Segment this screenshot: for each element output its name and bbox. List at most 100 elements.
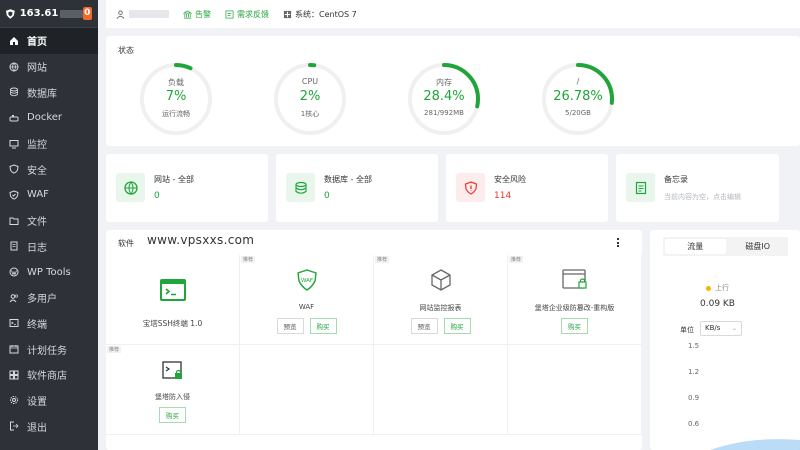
sites-count[interactable]: 0 <box>154 191 160 201</box>
sidebar-item-monitor[interactable]: 监控 <box>0 131 98 157</box>
gauge-label: 内存 <box>436 78 452 87</box>
globe-icon <box>116 173 145 202</box>
user-info[interactable] <box>116 9 169 19</box>
risk-count[interactable]: 114 <box>494 191 511 201</box>
sites-card[interactable]: 网站 - 全部 0 <box>106 154 268 222</box>
software-item-tamper[interactable]: 推荐 堡塔企业级防篡改-重构版 购买 <box>508 255 642 345</box>
notice-link[interactable]: 告警 <box>183 9 211 20</box>
sidebar-item-docker[interactable]: Docker <box>0 105 98 131</box>
preview-button[interactable]: 预览 <box>276 318 304 334</box>
sidebar-item-home[interactable]: 首页 <box>0 28 98 54</box>
software-title: 软件 <box>118 239 134 248</box>
software-item-ssh[interactable]: 宝塔SSH终端 1.0 <box>106 255 240 345</box>
sites-title: 网站 - 全部 <box>154 175 194 184</box>
status-panel: 状态 负载 7% 运行流畅 CPU 2% 1核心 内存 28.4% 281/99… <box>106 36 800 146</box>
risk-card[interactable]: 安全风险 114 <box>446 154 608 222</box>
ip-mask <box>60 9 83 18</box>
sidebar-item-label: 日志 <box>27 242 47 254</box>
feedback-link[interactable]: 需求反馈 <box>225 9 269 20</box>
database-icon <box>9 87 19 97</box>
buy-button[interactable]: 购买 <box>561 318 588 334</box>
sidebar-item-security[interactable]: 安全 <box>0 156 98 182</box>
software-name: 网站监控报表 <box>419 304 462 312</box>
sidebar-item-settings[interactable]: 设置 <box>0 388 98 414</box>
server-header: 163.61 0 <box>0 0 98 28</box>
tab-traffic[interactable]: 流量 <box>665 239 726 254</box>
chevron-down-icon: ⌄ <box>731 325 737 332</box>
docker-icon <box>9 113 19 123</box>
preview-button[interactable]: 预览 <box>410 318 438 334</box>
memory-gauge[interactable]: 内存 28.4% 281/992MB <box>406 61 482 137</box>
feedback-label: 需求反馈 <box>237 9 269 19</box>
sidebar-item-wptools[interactable]: WP Tools <box>0 259 98 285</box>
notification-badge[interactable]: 0 <box>82 7 92 20</box>
status-title: 状态 <box>118 46 134 55</box>
unit-label: 单位 <box>680 326 694 334</box>
sidebar-item-terminal[interactable]: 终端 <box>0 311 98 337</box>
traffic-area <box>710 439 800 450</box>
sidebar-item-users[interactable]: 多用户 <box>0 285 98 311</box>
globe-icon <box>9 62 19 72</box>
gauge-sub: 1核心 <box>300 110 320 118</box>
sidebar-item-label: 数据库 <box>27 88 57 100</box>
sidebar-item-logout[interactable]: 退出 <box>0 413 98 439</box>
system-label: 系统：CentOS 7 <box>295 9 357 19</box>
software-item-waf[interactable]: 推荐 WAF WAF 预览 购买 <box>240 255 374 345</box>
sidebar-item-label: 安全 <box>27 165 47 177</box>
buy-button[interactable]: 购买 <box>443 318 471 334</box>
database-icon <box>286 173 315 202</box>
username-mask <box>129 10 169 18</box>
buy-button[interactable]: 购买 <box>309 318 337 334</box>
tab-disk-io[interactable]: 磁盘IO <box>728 237 789 256</box>
terminal-icon <box>159 279 186 301</box>
waf-shield-icon: WAF <box>296 269 317 291</box>
topbar: 告警 需求反馈 系统：CentOS 7 <box>106 0 800 28</box>
software-empty-slot <box>508 345 642 435</box>
databases-count[interactable]: 0 <box>324 191 330 201</box>
buy-button[interactable]: 购买 <box>159 407 186 423</box>
logout-icon <box>9 421 19 431</box>
memo-card[interactable]: 备忘录 当前内容为空，点击编辑 <box>616 154 779 222</box>
sidebar-item-waf[interactable]: WAF <box>0 182 98 208</box>
gauge-sub: 281/992MB <box>424 109 464 117</box>
cpu-gauge[interactable]: CPU 2% 1核心 <box>272 61 348 137</box>
terminal-icon <box>9 318 19 328</box>
sidebar-item-label: 文件 <box>27 217 47 229</box>
load-gauge[interactable]: 负载 7% 运行流畅 <box>138 61 214 137</box>
monitor-icon <box>9 139 19 149</box>
store-icon <box>9 370 19 380</box>
risk-title: 安全风险 <box>494 175 526 184</box>
software-name: 堡塔企业级防篡改-重构版 <box>534 304 615 312</box>
server-ip: 163.61 <box>19 8 59 19</box>
sidebar-item-database[interactable]: 数据库 <box>0 79 98 105</box>
sidebar-item-label: 退出 <box>27 422 47 434</box>
more-menu-icon[interactable] <box>617 238 620 249</box>
disk-gauge[interactable]: / 26.78% 5/20GB <box>540 61 616 137</box>
software-item-intrusion[interactable]: 推荐 堡塔防入侵 购买 <box>106 345 240 435</box>
unit-select[interactable]: KB/s ⌄ <box>700 321 742 336</box>
memo-desc[interactable]: 当前内容为空，点击编辑 <box>664 192 741 202</box>
feedback-icon <box>225 10 234 18</box>
sidebar-item-sites[interactable]: 网站 <box>0 54 98 80</box>
sidebar-item-files[interactable]: 文件 <box>0 208 98 234</box>
sidebar-item-store[interactable]: 软件商店 <box>0 362 98 388</box>
users-icon <box>9 293 19 303</box>
gauge-label: / <box>576 77 580 86</box>
sidebar-item-cron[interactable]: 计划任务 <box>0 336 98 362</box>
gauge-value: 28.4% <box>423 89 465 104</box>
sidebar-item-label: 监控 <box>27 140 47 152</box>
sidebar-item-label: 软件商店 <box>27 371 67 383</box>
software-panel: 软件 www.vpsxxs.com 宝塔SSH终端 1.0 推荐 WAF WAF… <box>106 230 642 450</box>
software-item-monitor-report[interactable]: 推荐 网站监控报表 预览 购买 <box>374 255 508 345</box>
y-tick: 0.6 <box>688 420 700 428</box>
sidebar-item-logs[interactable]: 日志 <box>0 234 98 260</box>
folder-icon <box>9 216 19 226</box>
software-name: WAF <box>298 303 315 311</box>
databases-card[interactable]: 数据库 - 全部 0 <box>276 154 438 222</box>
shield-icon <box>9 164 19 174</box>
recommend-tag: 推荐 <box>509 256 524 263</box>
recommend-tag: 推荐 <box>241 256 256 263</box>
y-tick: 1.2 <box>688 368 700 376</box>
upload-legend[interactable]: 上行 <box>706 283 729 293</box>
gauge-value: 7% <box>165 89 187 104</box>
